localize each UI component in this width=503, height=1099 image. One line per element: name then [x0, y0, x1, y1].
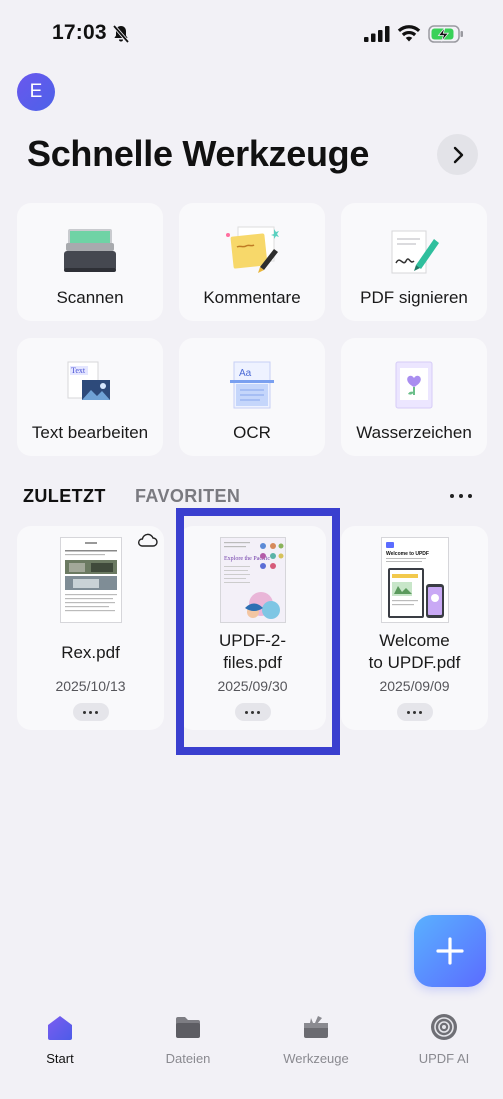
nav-label: UPDF AI [418, 1051, 470, 1066]
nav-label: Dateien [165, 1051, 211, 1066]
page-title: Schnelle Werkzeuge [27, 133, 370, 174]
dot [459, 494, 463, 498]
nav-item-files[interactable]: Dateien [133, 1012, 243, 1066]
battery-charging-icon [428, 25, 463, 43]
cloud-icon [138, 533, 158, 547]
tool-watermark-button[interactable]: Wasserzeichen [341, 338, 487, 456]
ai-icon [431, 1014, 457, 1040]
nav-label: Werkzeuge [283, 1051, 349, 1066]
list-more-options-button[interactable] [450, 486, 472, 506]
file-thumbnail [59, 537, 122, 623]
folder-icon [176, 1017, 200, 1038]
nav-label: Start [46, 1051, 74, 1066]
tool-watermark-label: Wasserzeichen [356, 423, 472, 442]
tool-scan-label: Scannen [56, 288, 124, 307]
file-name: Rex.pdf [61, 643, 120, 662]
nav-item-tools[interactable]: Werkzeuge [261, 1012, 371, 1066]
dot [89, 710, 92, 714]
bell-muted-icon [112, 24, 130, 44]
cellular-signal-icon [364, 26, 390, 42]
sticky-note-icon [226, 226, 279, 273]
quick-tools-more-button[interactable] [437, 134, 478, 175]
tool-edit-text-label: Text bearbeiten [31, 423, 149, 442]
toolbox-icon [304, 1016, 328, 1038]
svg-text:Text: Text [71, 366, 86, 375]
tool-comments-button[interactable]: Kommentare [179, 203, 325, 321]
tab-favorites[interactable]: FAVORITEN [135, 486, 240, 507]
status-bar: 17:03 [0, 0, 503, 68]
tab-recent[interactable]: ZULETZT [23, 486, 106, 507]
nav-item-start[interactable]: Start [5, 1012, 115, 1066]
dot [413, 710, 416, 714]
nav-item-updf-ai[interactable]: UPDF AI [389, 1012, 499, 1066]
tool-scan-button[interactable]: Scannen [17, 203, 163, 321]
document-preview-icon: Welcome to UPDF [385, 542, 444, 618]
tool-sign-pdf-label: PDF signieren [360, 288, 468, 307]
file-date: 2025/10/13 [55, 678, 126, 694]
dot [450, 494, 454, 498]
svg-text:Aa: Aa [239, 368, 252, 379]
user-initial: E [29, 81, 43, 102]
file-date: 2025/09/09 [379, 678, 450, 694]
tool-ocr-button[interactable]: Aa OCR [179, 338, 325, 456]
dot [407, 710, 410, 714]
tool-ocr-label: OCR [233, 423, 271, 442]
dot [419, 710, 422, 714]
wifi-icon [397, 25, 421, 42]
bottom-nav: Start Dateien Werkzeuge UPDF AI [0, 1000, 503, 1099]
dot [468, 494, 472, 498]
signature-pen-icon [391, 230, 439, 274]
file-more-button[interactable] [396, 703, 433, 721]
user-avatar[interactable]: E [17, 73, 55, 111]
ocr-icon: Aa [230, 361, 274, 409]
dot [83, 710, 86, 714]
add-button[interactable] [414, 915, 486, 987]
dot [95, 710, 98, 714]
thumb-heading: Welcome to UPDF [386, 551, 429, 557]
plus-icon [436, 937, 464, 965]
file-card-rex[interactable]: Rex.pdf 2025/10/13 [17, 526, 164, 730]
file-more-button[interactable] [72, 703, 109, 721]
selection-highlight [176, 508, 340, 755]
tool-edit-text-button[interactable]: Text Text bearbeiten [17, 338, 163, 456]
edit-text-icon: Text [67, 361, 110, 400]
home-icon [48, 1016, 72, 1040]
file-thumbnail: Welcome to UPDF [380, 537, 449, 623]
file-name: Welcome to UPDF.pdf [341, 630, 488, 674]
chevron-right-icon [453, 146, 463, 163]
file-name-line1: Welcome [379, 631, 450, 650]
status-time: 17:03 [52, 21, 107, 44]
document-preview-icon [64, 542, 117, 612]
scanner-icon [64, 229, 116, 272]
tool-sign-pdf-button[interactable]: PDF signieren [341, 203, 487, 321]
file-name-line2: to UPDF.pdf [368, 653, 461, 672]
file-card-welcome-to-updf[interactable]: Welcome to UPDF Welcome to UPDF.pdf 2025… [341, 526, 488, 730]
watermark-icon [395, 361, 433, 409]
tool-comments-label: Kommentare [203, 288, 301, 307]
